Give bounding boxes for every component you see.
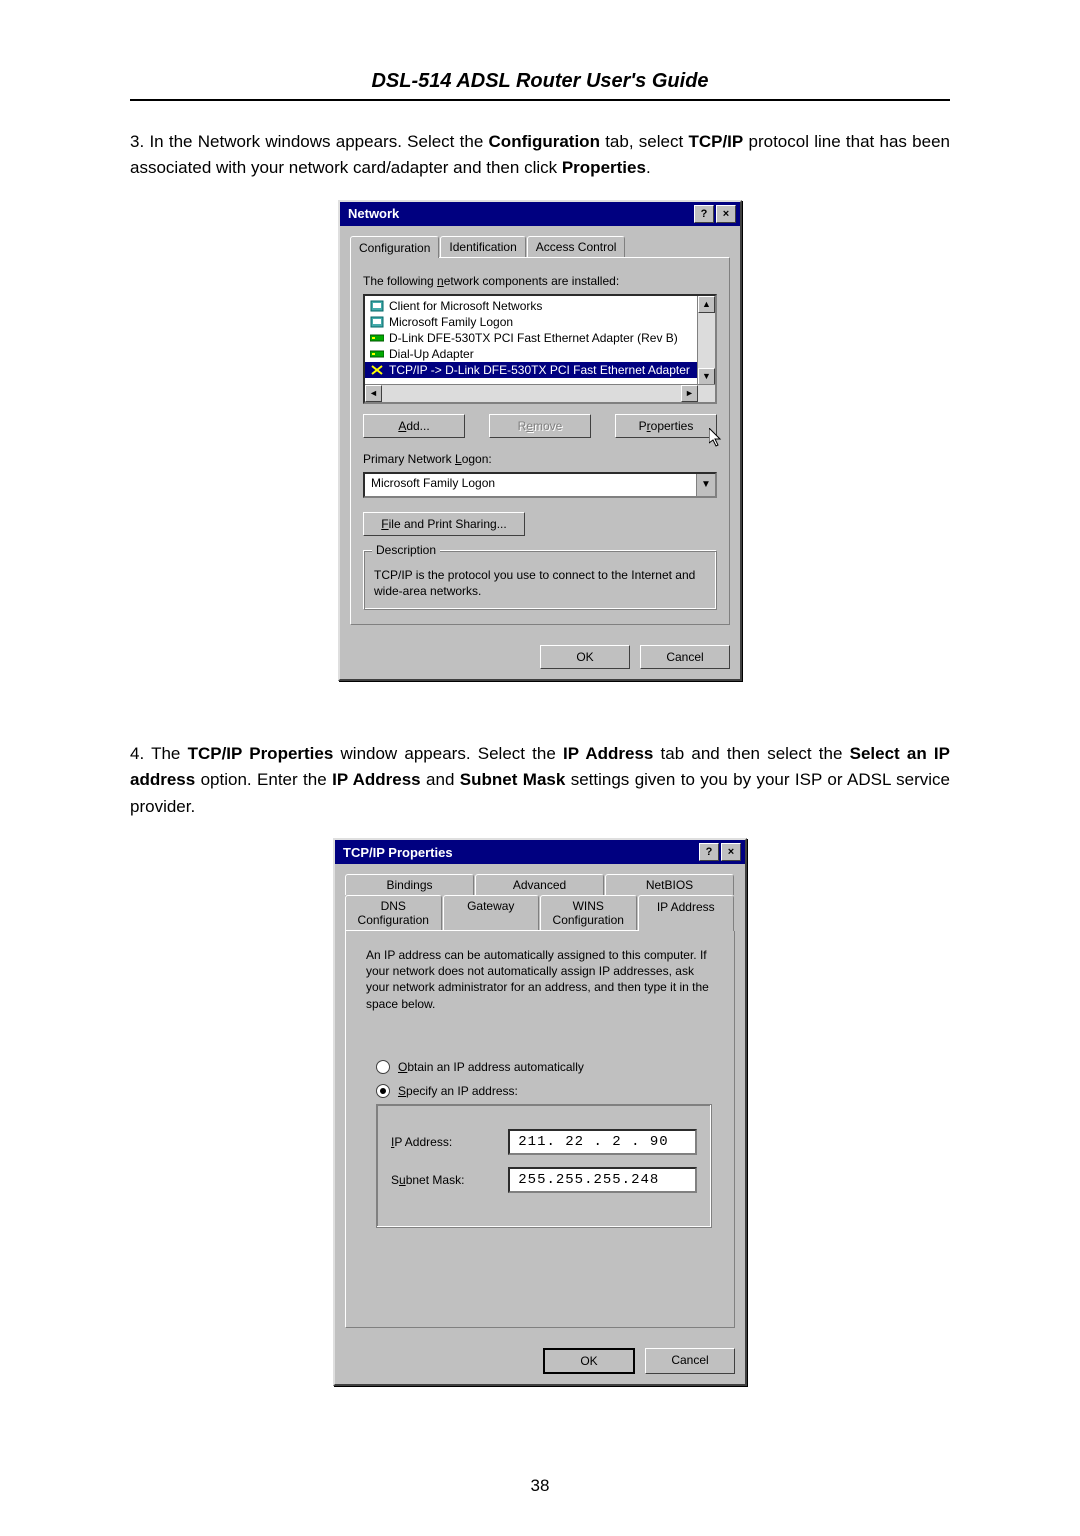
adapter-icon bbox=[369, 331, 385, 345]
t: tab and then select the bbox=[653, 744, 849, 763]
scrollbar-vertical[interactable]: ▲ ▼ bbox=[697, 296, 715, 385]
radio-icon bbox=[376, 1084, 390, 1098]
bold-word: IP Address bbox=[332, 770, 421, 789]
radio-label: Specify an IP address: bbox=[398, 1084, 518, 1098]
step-number: 4. bbox=[130, 744, 144, 763]
titlebar[interactable]: TCP/IP Properties ? × bbox=[335, 840, 745, 864]
dialog-title: TCP/IP Properties bbox=[339, 845, 453, 860]
t: window appears. Select the bbox=[333, 744, 563, 763]
description-legend: Description bbox=[372, 543, 440, 557]
t: In the Network windows appears. Select t… bbox=[149, 132, 488, 151]
help-icon[interactable]: ? bbox=[699, 843, 719, 861]
cancel-button[interactable]: Cancel bbox=[645, 1348, 735, 1374]
bold-word: TCP/IP Properties bbox=[188, 744, 334, 763]
radio-obtain-auto[interactable]: Obtain an IP address automatically bbox=[376, 1060, 722, 1074]
dropdown-value: Microsoft Family Logon bbox=[365, 474, 696, 496]
t: tab, select bbox=[600, 132, 689, 151]
client-icon bbox=[369, 299, 385, 313]
t: The bbox=[151, 744, 187, 763]
tab-identification[interactable]: Identification bbox=[440, 236, 525, 257]
primary-logon-label: Primary Network Logon: bbox=[363, 452, 717, 466]
tabs: Configuration Identification Access Cont… bbox=[350, 236, 730, 257]
chevron-down-icon[interactable]: ▼ bbox=[696, 474, 715, 496]
tab-gateway[interactable]: Gateway bbox=[443, 895, 540, 930]
protocol-icon bbox=[369, 363, 385, 377]
subnet-mask-label: Subnet Mask: bbox=[391, 1173, 490, 1187]
ok-button[interactable]: OK bbox=[540, 645, 630, 669]
description-group: Description TCP/IP is the protocol you u… bbox=[363, 550, 717, 610]
title-divider bbox=[130, 99, 950, 101]
tab-configuration[interactable]: Configuration bbox=[350, 236, 439, 258]
scrollbar-horizontal[interactable]: ◄ ► bbox=[365, 384, 715, 402]
tab-netbios[interactable]: NetBIOS bbox=[605, 874, 734, 895]
titlebar[interactable]: Network ? × bbox=[340, 202, 740, 226]
installed-label: The following network components are ins… bbox=[363, 274, 717, 288]
scroll-up-icon[interactable]: ▲ bbox=[698, 296, 715, 313]
tab-ip-address[interactable]: IP Address bbox=[638, 895, 735, 931]
list-item-selected[interactable]: TCP/IP -> D-Link DFE-530TX PCI Fast Ethe… bbox=[365, 362, 715, 378]
list-item[interactable]: Microsoft Family Logon bbox=[365, 314, 715, 330]
help-icon[interactable]: ? bbox=[694, 205, 714, 223]
tab-dns[interactable]: DNS Configuration bbox=[345, 895, 442, 930]
bold-tcpip: TCP/IP bbox=[688, 132, 743, 151]
list-item[interactable]: Dial-Up Adapter bbox=[365, 346, 715, 362]
adapter-icon bbox=[369, 347, 385, 361]
tab-advanced[interactable]: Advanced bbox=[475, 874, 604, 895]
description-text: TCP/IP is the protocol you use to connec… bbox=[374, 567, 706, 599]
t: option. Enter the bbox=[195, 770, 332, 789]
tab-wins[interactable]: WINS Configuration bbox=[540, 895, 637, 930]
properties-button[interactable]: Properties bbox=[615, 414, 717, 438]
bold-configuration: Configuration bbox=[489, 132, 600, 151]
close-icon[interactable]: × bbox=[721, 843, 741, 861]
client-icon bbox=[369, 315, 385, 329]
t: and bbox=[421, 770, 460, 789]
radio-specify[interactable]: Specify an IP address: bbox=[376, 1084, 722, 1098]
add-button[interactable]: Add... bbox=[363, 414, 465, 438]
ip-address-label: IP Address: bbox=[391, 1135, 490, 1149]
scroll-right-icon[interactable]: ► bbox=[681, 385, 698, 402]
primary-logon-dropdown[interactable]: Microsoft Family Logon ▼ bbox=[363, 472, 717, 498]
step-3: 3. In the Network windows appears. Selec… bbox=[130, 129, 950, 182]
network-dialog: Network ? × Configuration Identification… bbox=[338, 200, 742, 681]
remove-button[interactable]: Remove bbox=[489, 414, 591, 438]
t: . bbox=[646, 158, 651, 177]
file-print-sharing-button[interactable]: File and Print Sharing... bbox=[363, 512, 525, 536]
page-number: 38 bbox=[130, 1476, 950, 1496]
radio-icon bbox=[376, 1060, 390, 1074]
components-listbox[interactable]: Client for Microsoft Networks Microsoft … bbox=[363, 294, 717, 404]
step-4: 4. The TCP/IP Properties window appears.… bbox=[130, 741, 950, 820]
bold-word: Subnet Mask bbox=[460, 770, 566, 789]
ip-address-input[interactable]: 211. 22 . 2 . 90 bbox=[508, 1129, 697, 1155]
subnet-mask-input[interactable]: 255.255.255.248 bbox=[508, 1167, 697, 1193]
tcpip-properties-dialog: TCP/IP Properties ? × Bindings Advanced … bbox=[333, 838, 747, 1386]
tab-bindings[interactable]: Bindings bbox=[345, 874, 474, 895]
scroll-left-icon[interactable]: ◄ bbox=[365, 385, 382, 402]
list-item[interactable]: D-Link DFE-530TX PCI Fast Ethernet Adapt… bbox=[365, 330, 715, 346]
bold-properties: Properties bbox=[562, 158, 646, 177]
ok-button[interactable]: OK bbox=[543, 1348, 635, 1374]
radio-label: Obtain an IP address automatically bbox=[398, 1060, 584, 1074]
scroll-down-icon[interactable]: ▼ bbox=[698, 368, 715, 385]
ip-blurb: An IP address can be automatically assig… bbox=[358, 943, 722, 1026]
close-icon[interactable]: × bbox=[716, 205, 736, 223]
step-number: 3. bbox=[130, 132, 144, 151]
ip-fields-group: IP Address: 211. 22 . 2 . 90 Subnet Mask… bbox=[376, 1104, 712, 1228]
cancel-button[interactable]: Cancel bbox=[640, 645, 730, 669]
list-item[interactable]: Client for Microsoft Networks bbox=[365, 298, 715, 314]
tab-access-control[interactable]: Access Control bbox=[527, 236, 626, 257]
page-header: DSL-514 ADSL Router User's Guide bbox=[371, 70, 708, 92]
dialog-title: Network bbox=[344, 206, 399, 221]
bold-word: IP Address bbox=[563, 744, 653, 763]
